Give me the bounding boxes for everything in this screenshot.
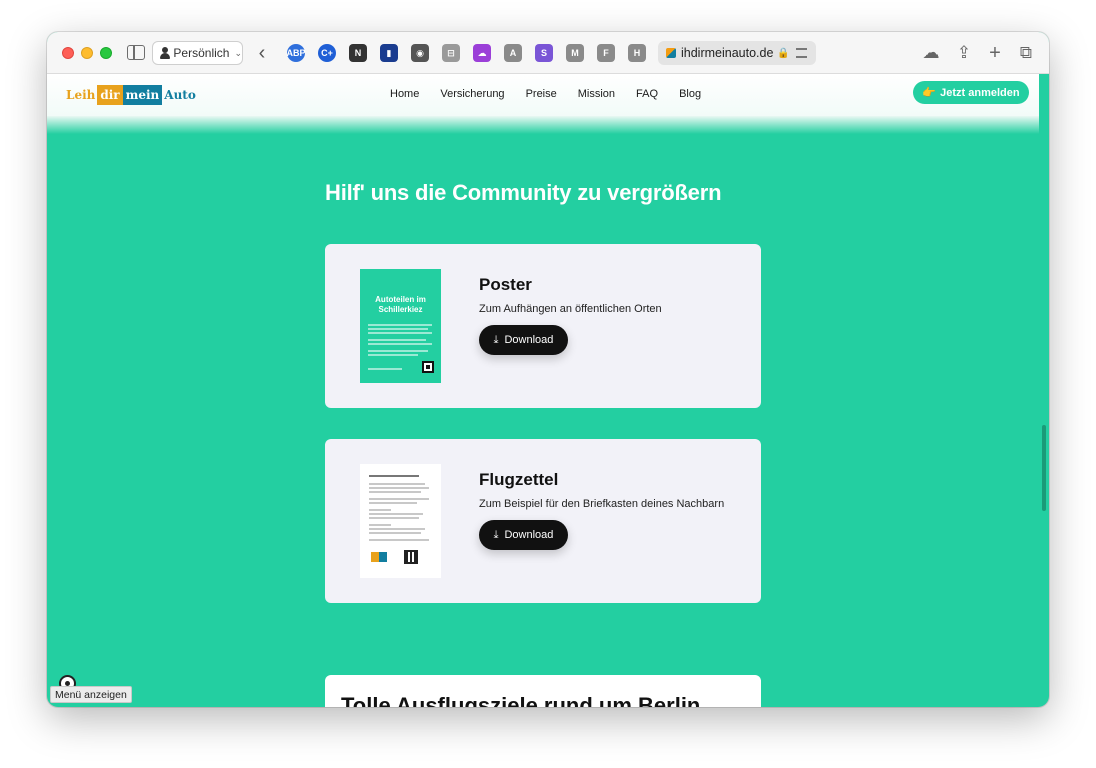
pointing-hand-icon: 👉 [922, 87, 937, 99]
page-scrollbar[interactable] [1042, 425, 1046, 511]
zoom-window-button[interactable] [100, 47, 112, 59]
extension-icon[interactable]: A [504, 44, 522, 62]
extension-icon[interactable]: ⊟ [442, 44, 460, 62]
extension-icon[interactable]: ▮ [380, 44, 398, 62]
url-text: ihdirmeinauto.de [681, 46, 774, 60]
logo-text-mein: mein [122, 85, 163, 105]
extension-icon[interactable]: H [628, 44, 646, 62]
section-title: Hilf' uns die Community zu vergrößern [325, 180, 722, 205]
logo-text-auto: Auto [164, 88, 196, 102]
nav-versicherung[interactable]: Versicherung [440, 88, 504, 100]
download-icon: ⤓ [493, 528, 499, 541]
download-icon: ⤓ [493, 333, 499, 346]
header-fade [47, 116, 1039, 134]
menu-tooltip: Menü anzeigen [50, 686, 132, 703]
flyer-logo-icon [371, 552, 387, 562]
browser-toolbar: Persönlich ⌄ ‹ ABP C+ N ▮ ◉ ⊟ ☁ A S M F H ihdirmein… [47, 32, 1049, 74]
reader-mode-icon[interactable] [795, 48, 807, 58]
logo-text-leih: Leih [66, 88, 96, 102]
poster-subtitle: Zum Aufhängen an öffentlichen Orten [479, 303, 662, 315]
site-favicon-icon [666, 48, 676, 58]
extension-icon[interactable]: C+ [318, 44, 336, 62]
extension-icon[interactable]: ◉ [411, 44, 429, 62]
profile-selector[interactable]: Persönlich ⌄ [152, 41, 243, 65]
share-icon[interactable]: ⇪ [953, 42, 975, 64]
chevron-down-icon: ⌄ [234, 47, 242, 58]
back-arrow-icon[interactable]: ‹ [254, 42, 270, 64]
site-logo[interactable]: Leih dir mein Auto [64, 85, 198, 105]
close-window-button[interactable] [62, 47, 74, 59]
sidebar-toggle-icon[interactable] [127, 45, 145, 60]
excursions-title: Tolle Ausflugsziele rund um Berlin [341, 693, 701, 707]
nav-mission[interactable]: Mission [578, 88, 615, 100]
flyer-title: Flugzettel [479, 470, 559, 489]
minimize-window-button[interactable] [81, 47, 93, 59]
person-icon [159, 47, 171, 59]
poster-thumbnail: Autoteilen im Schillerkiez [360, 269, 441, 383]
poster-title: Poster [479, 275, 532, 294]
excursions-card: Tolle Ausflugsziele rund um Berlin [325, 675, 761, 707]
flyer-download-label: Download [504, 529, 554, 541]
flyer-thumbnail [360, 464, 441, 578]
nav-preise[interactable]: Preise [526, 88, 557, 100]
address-bar[interactable]: ihdirmeinauto.de 🔒 [658, 41, 816, 65]
lock-icon: 🔒 [777, 47, 790, 59]
extension-icon[interactable]: S [535, 44, 553, 62]
poster-card: Autoteilen im Schillerkiez Poster Zum Au… [325, 244, 761, 408]
tab-overview-icon[interactable]: ⧉ [1015, 42, 1037, 64]
nav-faq[interactable]: FAQ [636, 88, 658, 100]
flyer-card: Flugzettel Zum Beispiel für den Briefkas… [325, 439, 761, 603]
extension-icon[interactable]: N [349, 44, 367, 62]
main-nav: Home Versicherung Preise Mission FAQ Blo… [390, 88, 722, 100]
poster-download-button[interactable]: ⤓ Download [479, 325, 568, 355]
flyer-subtitle: Zum Beispiel für den Briefkasten deines … [479, 498, 725, 510]
icloud-icon[interactable]: ☁ [920, 42, 942, 64]
signup-button[interactable]: 👉 Jetzt anmelden [913, 81, 1029, 104]
qr-code-icon [422, 361, 434, 373]
poster-download-label: Download [504, 334, 554, 346]
logo-text-dir: dir [97, 85, 123, 105]
signup-button-label: Jetzt anmelden [940, 86, 1020, 99]
qr-code-icon [404, 550, 418, 564]
flyer-download-button[interactable]: ⤓ Download [479, 520, 568, 550]
extension-icon[interactable]: ☁ [473, 44, 491, 62]
extension-icon[interactable]: M [566, 44, 584, 62]
browser-window: Persönlich ⌄ ‹ ABP C+ N ▮ ◉ ⊟ ☁ A S M F H ihdirmein… [47, 32, 1049, 707]
extension-icon[interactable]: F [597, 44, 615, 62]
nav-home[interactable]: Home [390, 88, 419, 100]
nav-blog[interactable]: Blog [679, 88, 701, 100]
poster-thumbnail-title: Autoteilen im Schillerkiez [375, 295, 426, 314]
extension-icon[interactable]: ABP [287, 44, 306, 62]
new-tab-icon[interactable]: + [984, 42, 1006, 64]
profile-label: Persönlich [173, 46, 230, 60]
